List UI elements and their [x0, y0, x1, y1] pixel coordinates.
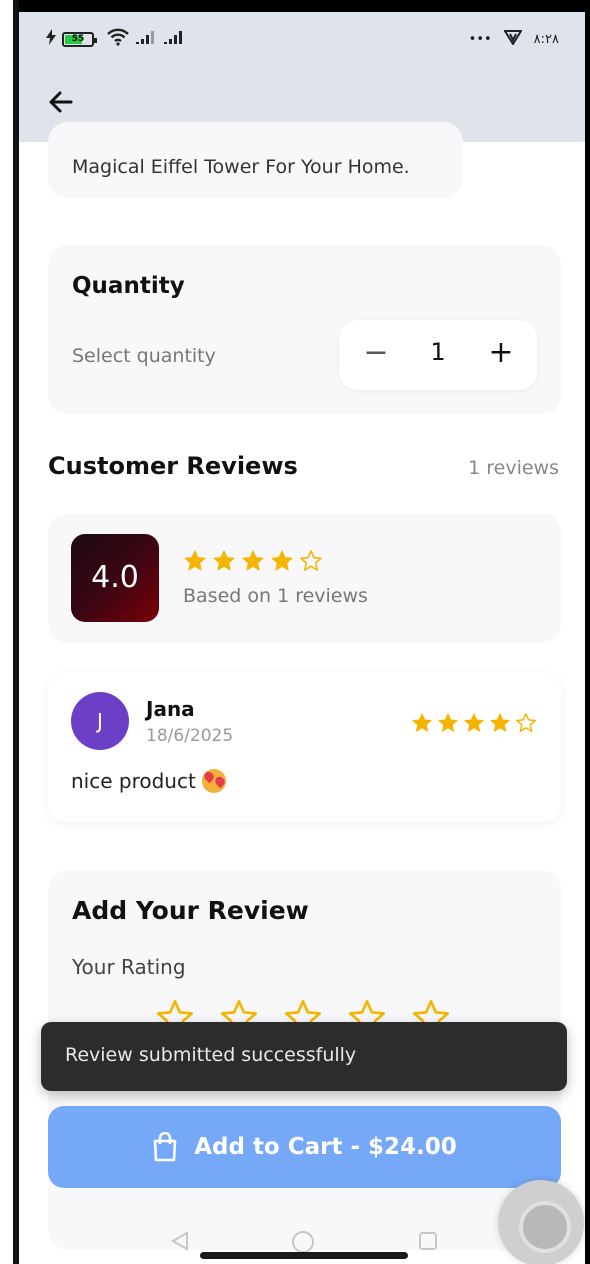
decrease-quantity-button[interactable]: − [359, 336, 393, 370]
description-card: Magical Eiffel Tower For Your Home. [48, 122, 463, 198]
wifi-icon [106, 28, 130, 50]
more-dots: ••• [468, 31, 492, 47]
add-to-cart-label: Add to Cart - $24.00 [194, 1134, 457, 1160]
average-stars [183, 549, 323, 573]
signal-icon [136, 30, 158, 48]
review-date: 18/6/2025 [146, 726, 234, 746]
home-gesture-icon [292, 1231, 314, 1253]
reviews-count: 1 reviews [468, 457, 559, 479]
review-body: nice product [71, 769, 226, 793]
toast-notification: Review submitted successfully [41, 1022, 567, 1091]
review-item: J Jana 18/6/2025 nice product [48, 672, 561, 822]
add-to-cart-button[interactable]: Add to Cart - $24.00 [48, 1106, 561, 1188]
battery-icon: 55 [62, 31, 97, 47]
star-filled-icon [464, 713, 484, 732]
device-frame-edge [0, 0, 19, 1264]
hearts-face-emoji-icon [201, 769, 226, 793]
vpn-icon [502, 29, 523, 49]
add-review-title: Add Your Review [72, 896, 309, 925]
rating-summary-card: 4.0 Based on 1 reviews [48, 513, 561, 643]
status-left: 55 [46, 28, 186, 50]
status-time: ٨:٢٨ [533, 31, 559, 47]
quantity-label: Select quantity [72, 345, 216, 367]
product-description: Magical Eiffel Tower For Your Home. [72, 156, 410, 178]
based-on-text: Based on 1 reviews [183, 585, 368, 607]
signal-icon-2 [164, 30, 186, 48]
recents-gesture-icon [419, 1232, 437, 1250]
back-arrow-icon [49, 91, 73, 113]
avatar: J [71, 692, 129, 750]
average-rating: 4.0 [71, 534, 159, 622]
assistive-touch-button[interactable] [498, 1180, 584, 1264]
review-stars [411, 712, 537, 734]
back-gesture-icon [170, 1231, 188, 1251]
star-filled-icon [242, 550, 264, 571]
quantity-value: 1 [430, 338, 446, 366]
star-filled-icon [438, 713, 458, 732]
battery-level: 55 [71, 34, 85, 44]
reviews-heading: Customer Reviews [48, 452, 298, 480]
status-right: ••• ٨:٢٨ [469, 29, 559, 49]
review-text: nice product [71, 769, 196, 793]
your-rating-label: Your Rating [72, 955, 186, 979]
star-filled-icon [490, 713, 510, 732]
star-filled-icon [271, 550, 293, 571]
home-indicator[interactable] [200, 1252, 408, 1259]
star-outline-icon [300, 550, 322, 571]
reviewer-name: Jana [146, 697, 195, 721]
quantity-card: Quantity Select quantity − 1 + [48, 245, 561, 415]
back-button[interactable] [45, 86, 77, 118]
quantity-stepper: − 1 + [339, 320, 537, 390]
app-screen: 55 ••• ٨:٢٨ Magical Eiffel Tower For You… [19, 12, 585, 1264]
toast-message: Review submitted successfully [65, 1044, 357, 1066]
quantity-title: Quantity [72, 273, 185, 299]
star-filled-icon [184, 550, 206, 571]
charging-icon [46, 29, 56, 49]
star-filled-icon [412, 713, 432, 732]
shopping-bag-icon [153, 1132, 177, 1162]
star-filled-icon [213, 550, 235, 571]
star-outline-icon [516, 713, 536, 732]
increase-quantity-button[interactable]: + [484, 336, 518, 370]
